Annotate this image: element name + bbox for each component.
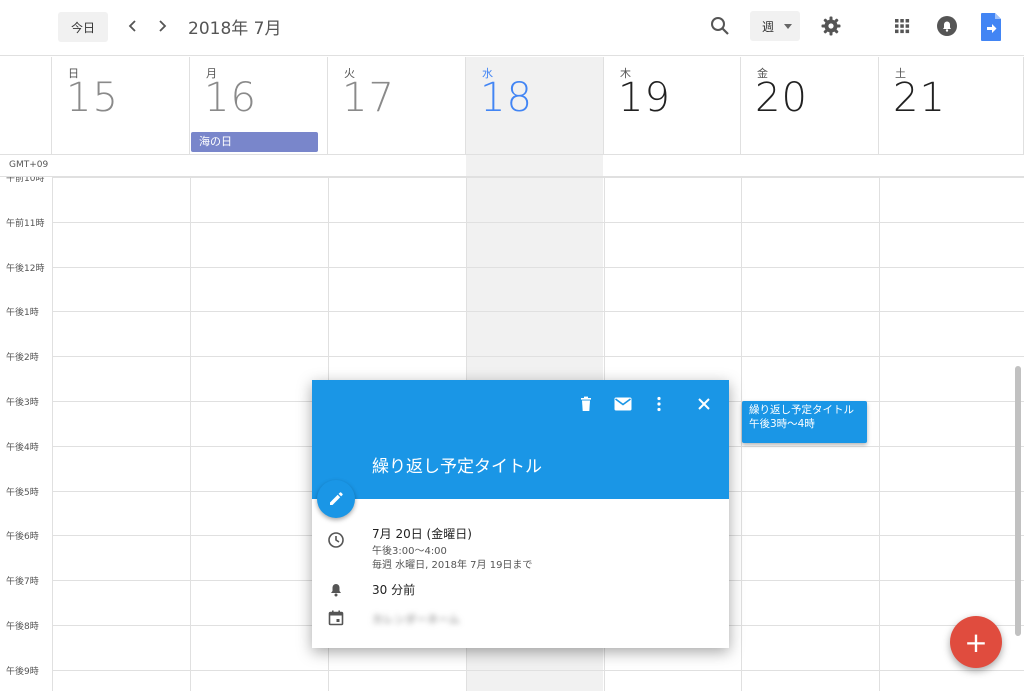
day-header[interactable]: 日 15: [52, 57, 190, 154]
grid-hour-line: [52, 356, 1024, 358]
scrollbar[interactable]: [1015, 366, 1021, 636]
notifications-button[interactable]: [935, 14, 959, 38]
search-icon: [711, 17, 729, 35]
day-header[interactable]: 金 20: [741, 57, 879, 154]
day-header[interactable]: 土 21: [879, 57, 1024, 154]
mail-icon: [614, 397, 632, 411]
settings-button[interactable]: [819, 14, 843, 38]
previous-week-button[interactable]: [121, 14, 145, 38]
close-button[interactable]: [694, 394, 714, 414]
grid-event-card[interactable]: 繰り返し予定タイトル 午後3時〜4時: [742, 401, 867, 443]
hour-label: 午後8時: [6, 622, 39, 632]
extension-button[interactable]: [979, 12, 1003, 42]
grid-column-line: [52, 177, 53, 691]
day-number[interactable]: 15: [66, 75, 119, 121]
grid-hour-line: [52, 669, 1024, 671]
plus-icon: +: [964, 625, 988, 659]
caret-down-icon: [784, 24, 792, 29]
popup-calendar-name: カレンダーネーム: [372, 613, 460, 626]
hour-label: 午後2時: [6, 353, 39, 364]
trash-icon: [581, 396, 591, 411]
holiday-chip[interactable]: 海の日: [191, 132, 318, 152]
hour-label: 午後4時: [6, 442, 39, 453]
hour-label: 午後1時: [6, 308, 39, 319]
more-vert-icon: [657, 396, 661, 412]
document-arrow-icon: [981, 13, 1001, 41]
bell-circle-icon: [937, 16, 957, 36]
next-week-button[interactable]: [150, 14, 174, 38]
hour-label: 午後3時: [6, 398, 39, 408]
day-header[interactable]: 火 17: [328, 57, 466, 154]
day-header[interactable]: 月 16 海の日: [190, 57, 328, 154]
apps-grid-icon: [895, 19, 910, 34]
edit-event-button[interactable]: [317, 480, 355, 518]
grid-hour-line: [52, 311, 1024, 313]
popup-date: 7月 20日 (金曜日): [372, 527, 472, 541]
grid-hour-line: [52, 177, 1024, 178]
search-button[interactable]: [708, 14, 732, 38]
hour-label: 午後5時: [6, 487, 39, 498]
hour-label: 午前11時: [6, 218, 45, 229]
grid-event-title: 繰り返し予定タイトル: [749, 404, 854, 416]
day-number[interactable]: 18: [480, 75, 533, 121]
grid-hour-line: [52, 266, 1024, 268]
popup-title: 繰り返し予定タイトル: [372, 457, 542, 477]
chevron-right-icon: [159, 20, 167, 32]
view-selector[interactable]: 週: [750, 11, 800, 41]
hour-label: 午前10時: [6, 177, 45, 184]
day-header[interactable]: 水 18: [466, 57, 604, 154]
top-bar: 今日 2018年 7月 週: [0, 0, 1024, 56]
create-event-button[interactable]: +: [950, 616, 1002, 668]
grid-event-time: 午後3時〜4時: [749, 418, 815, 430]
chevron-left-icon: [128, 20, 136, 32]
hour-label: 午後7時: [6, 577, 39, 588]
calendar-icon: [328, 610, 344, 626]
grid-hour-line: [52, 221, 1024, 223]
close-icon: [698, 398, 710, 410]
bell-icon: [331, 584, 341, 597]
pencil-icon: [330, 492, 343, 505]
hour-label: 午後12時: [6, 263, 45, 274]
day-number[interactable]: 16: [204, 75, 257, 121]
popup-recurrence: 毎週 水曜日, 2018年 7月 19日まで: [372, 560, 533, 571]
day-number[interactable]: 21: [893, 75, 946, 121]
current-period-title: 2018年 7月: [188, 19, 282, 39]
popup-header: 繰り返し予定タイトル: [312, 380, 729, 499]
day-header[interactable]: 木 19: [604, 57, 741, 154]
grid-column-line: [879, 177, 880, 691]
view-selector-label: 週: [762, 19, 775, 34]
apps-button[interactable]: [890, 14, 914, 38]
popup-reminder: 30 分前: [372, 583, 416, 597]
more-options-button[interactable]: [649, 394, 669, 414]
day-number[interactable]: 17: [342, 75, 395, 121]
day-number[interactable]: 20: [755, 75, 808, 121]
hour-label: 午後9時: [6, 666, 39, 677]
delete-button[interactable]: [576, 394, 596, 414]
day-number[interactable]: 19: [618, 75, 671, 121]
header-corner: [0, 57, 52, 154]
event-detail-popup: 繰り返し予定タイトル 7月 20日 (金曜日) 午後3:00〜4:00 毎週 水…: [312, 380, 729, 648]
all-day-row: GMT+09: [0, 154, 1024, 177]
popup-time: 午後3:00〜4:00: [372, 546, 447, 557]
gear-icon: [821, 16, 841, 36]
today-button[interactable]: 今日: [58, 12, 108, 42]
timezone-label: GMT+09: [9, 160, 49, 170]
email-guests-button[interactable]: [613, 394, 633, 414]
grid-column-line: [190, 177, 191, 691]
hour-label: 午後6時: [6, 532, 39, 543]
clock-icon: [328, 532, 344, 548]
